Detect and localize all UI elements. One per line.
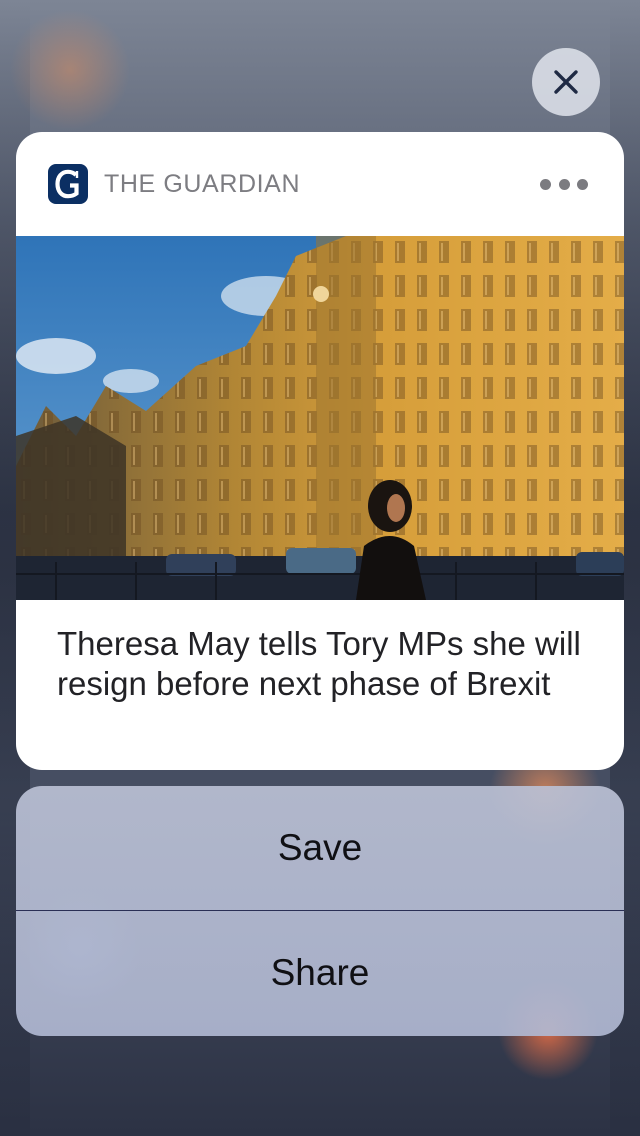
guardian-g-logo-icon [55, 169, 79, 199]
share-button[interactable]: Share [16, 911, 624, 1035]
article-headline[interactable]: Theresa May tells Tory MPs she will resi… [57, 624, 597, 704]
close-button[interactable] [532, 48, 600, 116]
save-button[interactable]: Save [16, 786, 624, 910]
ellipsis-icon [577, 178, 588, 190]
ellipsis-icon [558, 178, 570, 190]
close-icon [554, 70, 578, 94]
notification-card[interactable]: THE GUARDIAN Theresa May tells Tory MPs … [16, 132, 624, 770]
guardian-app-icon [48, 164, 88, 204]
action-sheet: Save Share [16, 786, 624, 1036]
ellipsis-icon [540, 178, 551, 190]
article-image [16, 236, 624, 600]
app-name: THE GUARDIAN [104, 170, 301, 198]
more-options-button[interactable] [536, 166, 592, 202]
notification-header: THE GUARDIAN [16, 132, 624, 236]
